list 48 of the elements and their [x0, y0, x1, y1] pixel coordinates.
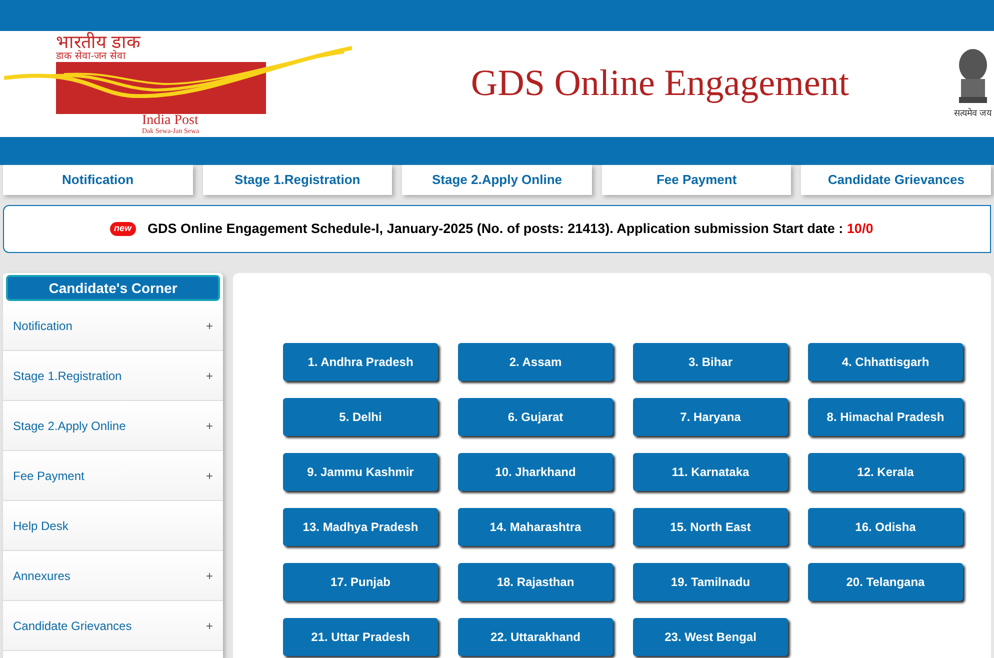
sidebar-item[interactable]: Stage 2.Apply Online + [3, 401, 223, 451]
ticker-text: GDS Online Engagement Schedule-I, January-2025 (No. of posts: 21413). Application submission Start date : 10/0 [148, 220, 874, 238]
nav-tab[interactable]: Notification [3, 165, 193, 195]
circle-button[interactable]: 13. Madhya Pradesh [283, 508, 438, 546]
logo-hindi-tagline: डाक सेवा-जन सेवा [56, 52, 126, 62]
sidebar-item[interactable]: Help Desk [3, 501, 223, 551]
sidebar-item[interactable]: Notification + [3, 301, 223, 351]
nav-tab[interactable]: Candidate Grievances [801, 165, 991, 195]
circle-button[interactable]: 14. Maharashtra [458, 508, 613, 546]
expand-icon: + [206, 616, 213, 634]
circle-button[interactable]: 6. Gujarat [458, 398, 613, 436]
circle-button[interactable]: 7. Haryana [633, 398, 788, 436]
site-title: GDS Online Engagement [470, 62, 850, 106]
circle-button[interactable]: 12. Kerala [808, 453, 963, 491]
sidebar-title: Candidate's Corner [6, 275, 220, 301]
circle-button[interactable]: 2. Assam [458, 343, 613, 381]
circle-button[interactable]: 11. Karnataka [633, 453, 788, 491]
expand-icon: + [206, 466, 213, 484]
circle-button[interactable]: 5. Delhi [283, 398, 438, 436]
circle-button[interactable]: 10. Jharkhand [458, 453, 613, 491]
circle-button[interactable]: 1. Andhra Pradesh [283, 343, 438, 381]
expand-icon: + [206, 366, 213, 384]
nav-tab[interactable]: Fee Payment [602, 165, 792, 195]
circle-button[interactable]: 4. Chhattisgarh [808, 343, 963, 381]
circle-button[interactable]: 16. Odisha [808, 508, 963, 546]
nav-tab[interactable]: Stage 1.Registration [202, 165, 392, 195]
expand-icon: + [206, 416, 213, 434]
sidebar-item[interactable]: Annexures + [3, 551, 223, 601]
circle-button[interactable]: 23. West Bengal [633, 618, 788, 656]
circle-button[interactable]: 15. North East [633, 508, 788, 546]
expand-icon: + [206, 566, 213, 584]
circle-button[interactable]: 19. Tamilnadu [633, 563, 788, 601]
new-badge: new [110, 222, 136, 236]
emblem-motto: सत्यमेव जय [954, 107, 992, 120]
sidebar-item[interactable]: Fee Payment + [3, 451, 223, 501]
circle-button[interactable]: 18. Rajasthan [458, 563, 613, 601]
expand-icon: + [206, 316, 213, 334]
sidebar-item[interactable]: Candidate Grievances + [3, 601, 223, 651]
logo-name: India Post [142, 114, 198, 128]
circle-button[interactable]: 17. Punjab [283, 563, 438, 601]
sidebar-item[interactable]: Stage 1.Registration + [3, 351, 223, 401]
circle-button[interactable]: 22. Uttarakhand [458, 618, 613, 656]
circle-button[interactable]: 3. Bihar [633, 343, 788, 381]
nav-tab[interactable]: Stage 2.Apply Online [402, 165, 592, 195]
circle-button[interactable]: 8. Himachal Pradesh [808, 398, 963, 436]
circle-button[interactable]: 21. Uttar Pradesh [283, 618, 438, 656]
circle-button[interactable]: 20. Telangana [808, 563, 963, 601]
circle-button[interactable]: 9. Jammu Kashmir [283, 453, 438, 491]
